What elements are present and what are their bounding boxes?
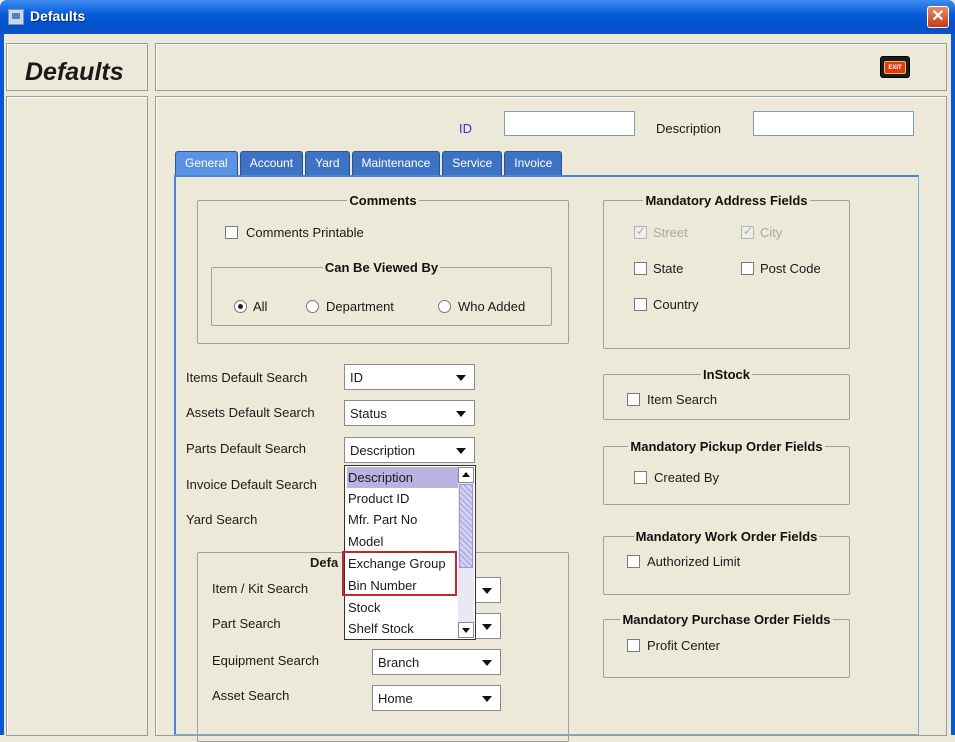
asset-search-label: Asset Search — [212, 688, 290, 703]
id-field[interactable] — [504, 111, 635, 136]
tab-strip: General Account Yard Maintenance Service… — [175, 151, 563, 176]
item-search-label: Item Search — [647, 392, 718, 407]
dropdown-option-stock[interactable]: Stock — [347, 597, 459, 618]
tab-general[interactable]: General — [175, 151, 238, 176]
dropdown-option-model[interactable]: Model — [347, 531, 459, 552]
chevron-down-icon — [456, 411, 466, 417]
assets-default-search-label: Assets Default Search — [186, 405, 315, 420]
radio-department[interactable] — [306, 300, 319, 313]
title-bar: Defaults ✕ — [0, 0, 955, 34]
radio-who-added-label: Who Added — [458, 299, 526, 314]
city-checkbox — [741, 224, 754, 239]
profit-center-checkbox[interactable] — [627, 639, 640, 652]
description-field[interactable] — [753, 111, 914, 136]
description-label: Description — [656, 121, 722, 136]
parts-default-search-label: Parts Default Search — [186, 441, 306, 456]
comments-printable-checkbox[interactable] — [225, 226, 238, 239]
app-icon — [8, 9, 24, 25]
city-label: City — [760, 225, 783, 240]
window-title: Defaults — [30, 8, 86, 24]
exit-icon: EXIT — [884, 60, 906, 74]
tab-yard[interactable]: Yard — [305, 151, 350, 175]
dropdown-scrollbar[interactable] — [458, 467, 474, 638]
chevron-down-icon — [482, 588, 492, 594]
scroll-up-icon[interactable] — [458, 467, 474, 483]
radio-all[interactable] — [234, 300, 247, 313]
work-order-title: Mandatory Work Order Fields — [635, 529, 818, 544]
assets-default-search-select[interactable]: Status — [344, 400, 475, 426]
instock-title: InStock — [703, 367, 750, 382]
tab-maintenance[interactable]: Maintenance — [351, 151, 441, 175]
left-nav-panel — [6, 96, 148, 736]
tab-invoice[interactable]: Invoice — [504, 151, 563, 175]
pickup-order-title: Mandatory Pickup Order Fields — [630, 439, 823, 454]
equipment-search-select[interactable]: Branch — [372, 649, 501, 675]
street-checkbox — [634, 224, 647, 239]
asset-search-select[interactable]: Home — [372, 685, 501, 711]
country-checkbox[interactable] — [634, 298, 647, 311]
dropdown-option-description[interactable]: Description — [347, 467, 459, 488]
instock-group: InStock — [603, 367, 850, 420]
chevron-down-icon — [456, 375, 466, 381]
state-checkbox[interactable] — [634, 262, 647, 275]
viewed-by-group: Can Be Viewed By — [211, 260, 552, 326]
part-search-label: Part Search — [212, 616, 281, 631]
post-code-checkbox[interactable] — [741, 262, 754, 275]
page-title: Defaults — [25, 58, 124, 86]
items-default-search-value: ID — [350, 370, 363, 385]
street-label: Street — [653, 225, 688, 240]
invoice-default-search-label: Invoice Default Search — [186, 477, 317, 492]
comments-title: Comments — [349, 193, 417, 208]
chevron-down-icon — [482, 696, 492, 702]
dropdown-option-shelf-stock[interactable]: Shelf Stock — [347, 618, 459, 639]
scroll-thumb[interactable] — [459, 484, 473, 568]
profit-center-label: Profit Center — [647, 638, 720, 653]
post-code-label: Post Code — [760, 261, 821, 276]
item-search-checkbox[interactable] — [627, 393, 640, 406]
id-label: ID — [459, 121, 472, 136]
country-label: Country — [653, 297, 699, 312]
item-kit-search-label: Item / Kit Search — [212, 581, 309, 596]
asset-search-value: Home — [378, 691, 413, 706]
items-default-search-select[interactable]: ID — [344, 364, 475, 390]
radio-who-added[interactable] — [438, 300, 451, 313]
tab-account[interactable]: Account — [239, 151, 304, 175]
viewed-by-title: Can Be Viewed By — [324, 260, 439, 275]
purchase-order-group: Mandatory Purchase Order Fields — [603, 612, 850, 678]
chevron-down-icon — [482, 660, 492, 666]
default-search-group-title: Defa — [310, 555, 339, 570]
created-by-checkbox[interactable] — [634, 471, 647, 484]
dropdown-option-mfr-part-no[interactable]: Mfr. Part No — [347, 509, 459, 530]
assets-default-search-value: Status — [350, 406, 387, 421]
exit-button[interactable]: EXIT — [880, 56, 910, 78]
chevron-down-icon — [482, 624, 492, 630]
chevron-down-icon — [456, 448, 466, 454]
dropdown-option-product-id[interactable]: Product ID — [347, 488, 459, 509]
scroll-down-icon[interactable] — [458, 622, 474, 638]
comments-printable-label: Comments Printable — [246, 225, 364, 240]
created-by-label: Created By — [654, 470, 720, 485]
parts-default-search-select[interactable]: Description — [344, 437, 475, 463]
purchase-order-title: Mandatory Purchase Order Fields — [622, 612, 831, 627]
authorized-limit-label: Authorized Limit — [647, 554, 741, 569]
equipment-search-value: Branch — [378, 655, 420, 670]
items-default-search-label: Items Default Search — [186, 370, 308, 385]
radio-department-label: Department — [326, 299, 394, 314]
tab-service[interactable]: Service — [442, 151, 503, 175]
close-button[interactable]: ✕ — [927, 6, 949, 28]
mandatory-address-title: Mandatory Address Fields — [645, 193, 808, 208]
equipment-search-label: Equipment Search — [212, 653, 319, 668]
state-label: State — [653, 261, 684, 276]
radio-all-label: All — [253, 299, 268, 314]
annotation-highlight-box — [342, 551, 457, 596]
authorized-limit-checkbox[interactable] — [627, 555, 640, 568]
parts-default-search-value: Description — [350, 443, 416, 458]
yard-search-label: Yard Search — [186, 512, 258, 527]
header-right-panel — [155, 43, 947, 91]
